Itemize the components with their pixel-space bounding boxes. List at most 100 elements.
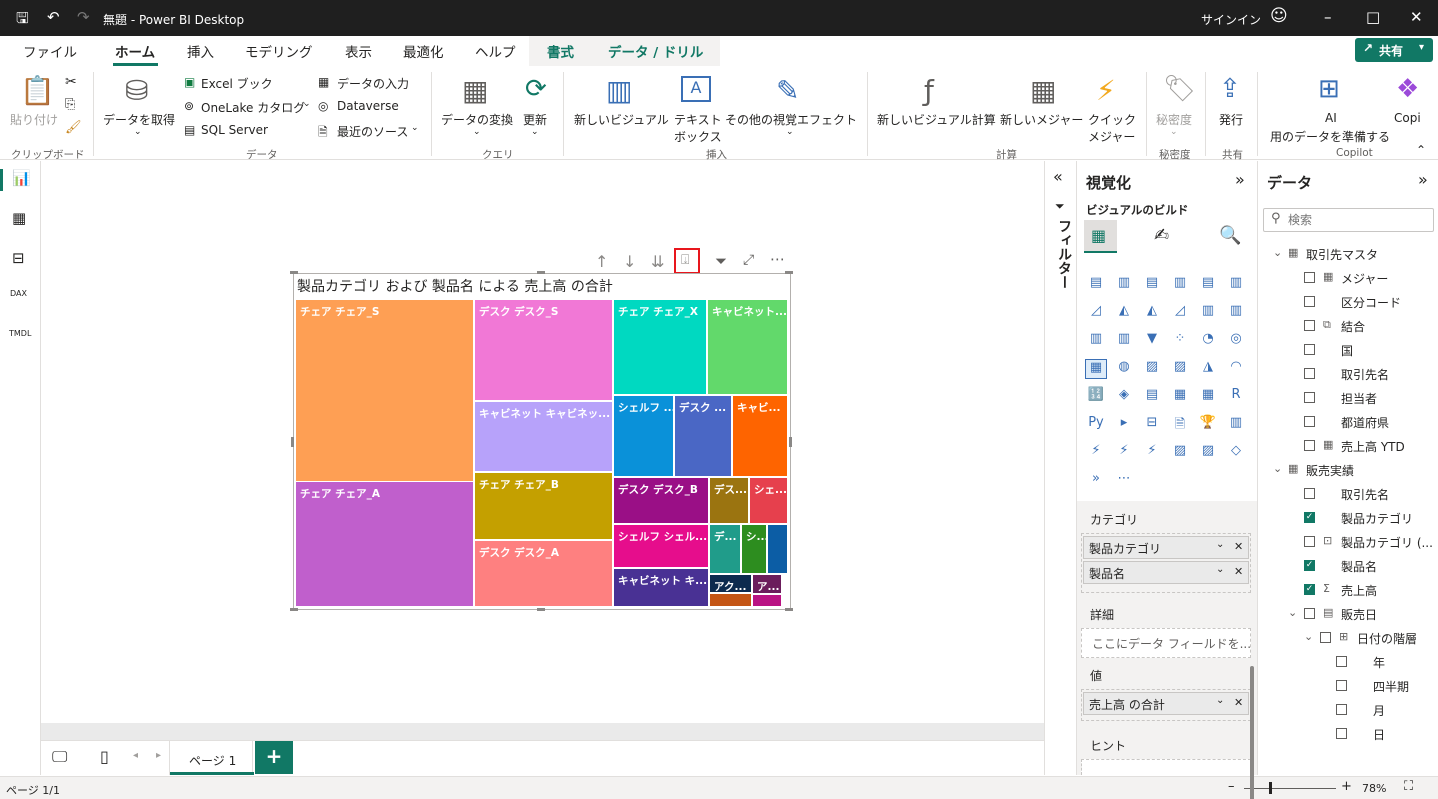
field-checkbox[interactable] [1304, 392, 1315, 403]
more-options-icon[interactable]: ⋯ [770, 250, 785, 268]
details-well[interactable]: ここにデータ フィールドを... [1081, 628, 1251, 658]
chevron-down-icon[interactable]: ⌄ [1216, 539, 1224, 550]
publish-button[interactable]: 発行 [1219, 111, 1243, 128]
treemap-tile[interactable]: シェルフ シェル... [613, 524, 709, 568]
resize-handle[interactable] [537, 608, 545, 611]
visual-type-icon[interactable]: 🗎 [1169, 415, 1191, 435]
analytics-icon[interactable]: 🔍 [1219, 225, 1241, 246]
maximize-icon[interactable]: □ [1366, 8, 1380, 26]
field-name[interactable]: 製品カテゴリ [1341, 510, 1413, 527]
field-name[interactable]: 担当者 [1341, 390, 1377, 407]
close-icon[interactable]: ✕ [1410, 8, 1423, 26]
visual-type-icon[interactable]: ⁘ [1169, 331, 1191, 351]
field-checkbox[interactable] [1304, 608, 1315, 619]
desktop-layout-icon[interactable]: 🖵 [52, 747, 67, 767]
expand-hierarchy-button[interactable]: ⍗ [674, 248, 700, 274]
treemap-tile[interactable] [752, 594, 782, 607]
field-name[interactable]: 販売日 [1341, 606, 1377, 623]
enter-data-button[interactable]: データの入力 [337, 75, 409, 92]
field-name[interactable]: 売上高 YTD [1341, 438, 1405, 455]
signin-button[interactable]: サインイン [1201, 11, 1261, 28]
collapse-ribbon-icon[interactable]: ⌃ [1416, 143, 1426, 157]
next-page-icon[interactable]: ▸ [156, 750, 161, 761]
field-name[interactable]: 国 [1341, 342, 1353, 359]
visual-type-icon[interactable]: ⚡ [1085, 443, 1107, 463]
recent-sources-button[interactable]: 最近のソース [337, 123, 408, 140]
zoom-in-icon[interactable]: + [1341, 779, 1352, 794]
visual-type-icon[interactable]: ◿ [1169, 303, 1191, 323]
visual-type-icon[interactable]: ◔ [1197, 331, 1219, 351]
save-icon[interactable]: 🖫 [16, 8, 29, 33]
model-view-icon[interactable]: ⊟ [12, 249, 25, 267]
report-view-icon[interactable]: 📊 [12, 169, 31, 187]
tab-home[interactable]: ホーム [115, 41, 155, 61]
undo-icon[interactable]: ↶ [47, 8, 60, 26]
field-name[interactable]: 売上高 [1341, 582, 1377, 599]
quick-measure-button[interactable]: クイック [1088, 111, 1136, 128]
treemap-tile[interactable]: チェア チェア_B [474, 472, 613, 540]
resize-handle[interactable] [785, 608, 793, 611]
treemap-tile[interactable]: ア... [752, 574, 782, 594]
refresh-button[interactable]: 更新 [523, 111, 547, 128]
visual-type-icon[interactable]: ▥ [1225, 303, 1247, 323]
visual-type-icon[interactable]: ▥ [1113, 331, 1135, 351]
field-checkbox[interactable] [1304, 368, 1315, 379]
treemap-tile[interactable] [767, 524, 788, 574]
field-name[interactable]: 結合 [1341, 318, 1365, 335]
category-field-pill[interactable]: 製品名 ⌄ ✕ [1083, 561, 1249, 584]
field-name[interactable]: 取引先名 [1341, 486, 1389, 503]
share-button[interactable]: ↗ 共有 ▾ [1355, 38, 1433, 62]
field-checkbox[interactable] [1336, 656, 1347, 667]
cut-icon[interactable]: ✂ [65, 74, 77, 90]
zoom-out-icon[interactable]: – [1228, 779, 1235, 794]
resize-handle[interactable] [789, 437, 792, 447]
visual-type-icon[interactable]: ◭ [1113, 303, 1135, 323]
field-name[interactable]: 製品カテゴリ (... [1341, 534, 1433, 551]
build-tab[interactable]: ▦ [1084, 220, 1117, 253]
copy-icon[interactable]: ⎘ [65, 97, 75, 112]
resize-handle[interactable] [785, 271, 793, 274]
tmdl-view-icon[interactable]: TMDL [9, 329, 31, 338]
copilot-button[interactable]: Copi [1394, 111, 1421, 125]
remove-field-icon[interactable]: ✕ [1234, 565, 1243, 578]
new-visual-button[interactable]: 新しいビジュアル [574, 111, 669, 128]
field-checkbox[interactable] [1336, 728, 1347, 739]
prev-page-icon[interactable]: ◂ [133, 750, 138, 761]
field-checkbox[interactable] [1320, 632, 1331, 643]
add-page-button[interactable]: + [255, 741, 293, 774]
field-name[interactable]: 年 [1373, 654, 1385, 671]
ai-prep-button[interactable]: AI [1325, 111, 1337, 125]
visual-type-icon[interactable]: ▦ [1169, 387, 1191, 407]
field-name[interactable]: 四半期 [1373, 678, 1409, 695]
format-visual-icon[interactable]: ✍ [1154, 225, 1169, 246]
chevron-down-icon[interactable]: ⌄ [1216, 564, 1224, 575]
paste-button[interactable]: 貼り付け [10, 111, 58, 128]
field-checkbox[interactable] [1336, 680, 1347, 691]
visual-type-icon[interactable]: ◈ [1113, 387, 1135, 407]
chevron-down-icon[interactable]: ⌄ [1216, 695, 1224, 706]
field-name[interactable]: 日 [1373, 726, 1385, 743]
dataverse-button[interactable]: Dataverse [337, 99, 399, 113]
visual-type-icon[interactable]: ▥ [1169, 275, 1191, 295]
resize-handle[interactable] [290, 271, 298, 274]
visual-type-icon[interactable]: ◍ [1113, 359, 1135, 379]
visual-type-icon[interactable]: ▼ [1141, 331, 1163, 351]
next-level-icon[interactable]: ⇊ [651, 252, 664, 271]
field-name[interactable]: 日付の階層 [1357, 630, 1417, 647]
filter-icon[interactable]: ⏷ [715, 252, 727, 270]
resize-handle[interactable] [290, 608, 298, 611]
zoom-slider[interactable] [1244, 788, 1336, 789]
redo-icon[interactable]: ↷ [77, 8, 90, 26]
visual-type-icon[interactable]: ▨ [1197, 443, 1219, 463]
visual-type-icon[interactable]: ◿ [1085, 303, 1107, 323]
focus-mode-icon[interactable]: ⤢ [743, 252, 754, 268]
visual-type-icon[interactable]: ▤ [1141, 275, 1163, 295]
resize-handle[interactable] [537, 271, 545, 274]
tab-data-drill[interactable]: データ / ドリル [608, 41, 703, 61]
field-checkbox[interactable] [1304, 320, 1315, 331]
visual-type-icon[interactable]: ▸ [1113, 415, 1135, 435]
tab-view[interactable]: 表示 [345, 41, 372, 61]
onelake-button[interactable]: OneLake カタログ [201, 99, 305, 116]
field-name[interactable]: 取引先名 [1341, 366, 1389, 383]
visual-type-icon[interactable]: ▥ [1225, 275, 1247, 295]
